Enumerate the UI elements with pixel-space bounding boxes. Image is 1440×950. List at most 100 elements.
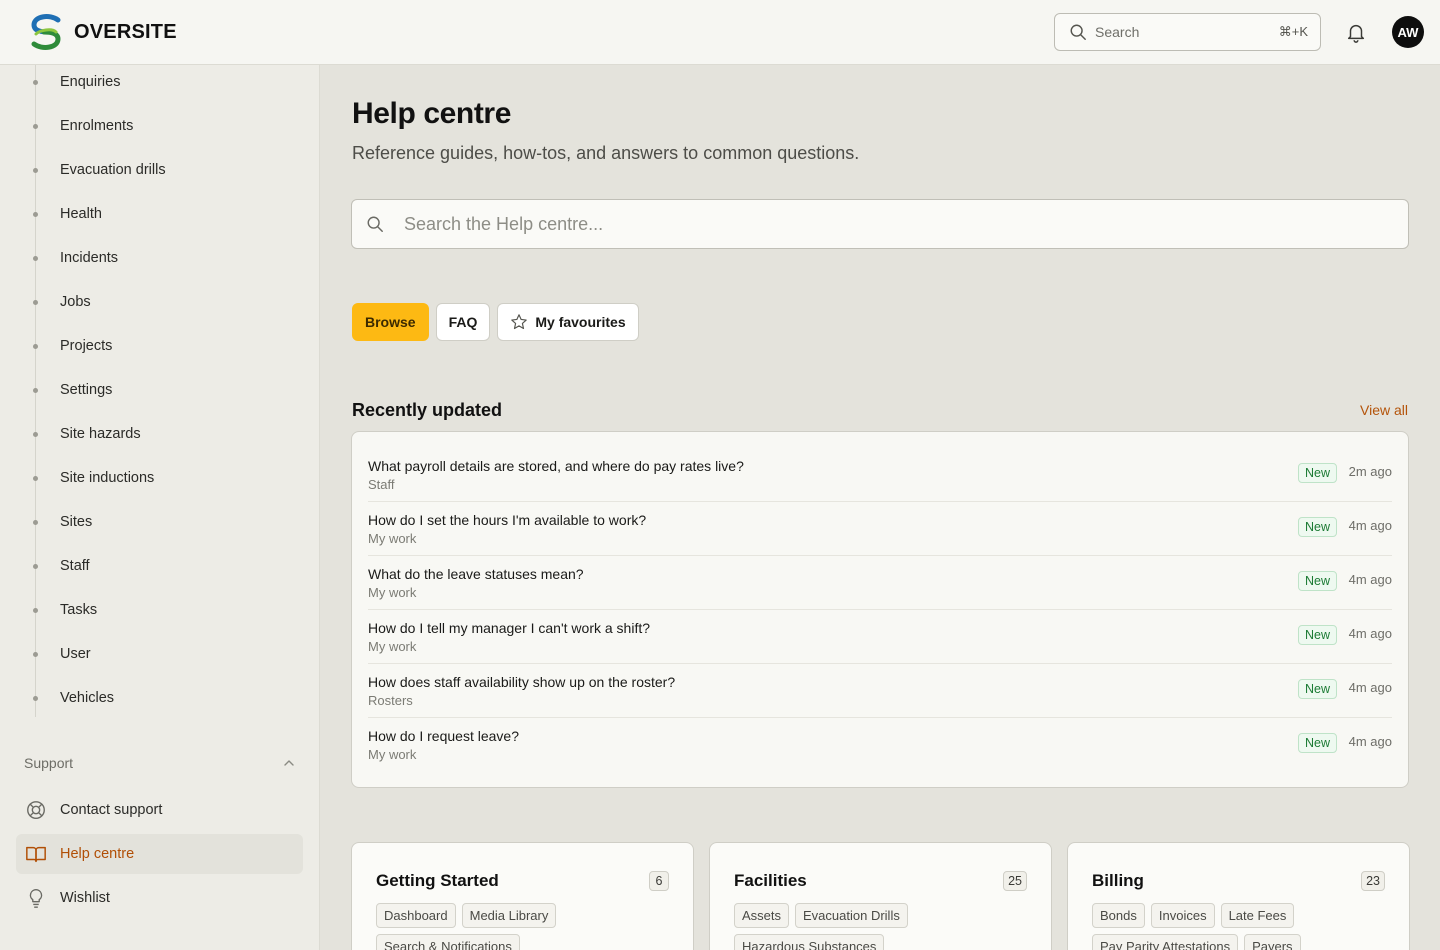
list-item[interactable]: How do I tell my manager I can't work a … [368,610,1392,664]
topic-chip[interactable]: Pay Parity Attestations [1092,934,1239,950]
sidebar-item-user[interactable]: User [0,632,319,676]
nav-dot [33,299,38,305]
sidebar-item-enquiries[interactable]: Enquiries [0,65,319,104]
article-count-badge: 25 [1003,871,1027,891]
topic-chip[interactable]: Dashboard [376,903,456,928]
article-count-badge: 23 [1361,871,1385,891]
nav-dot [33,695,38,701]
list-item[interactable]: How do I set the hours I'm available to … [368,502,1392,556]
updated-time: 4m ago [1348,572,1392,587]
lifebuoy-icon [27,801,45,819]
support-section-header[interactable]: Support [24,755,296,771]
sidebar-item-help-centre[interactable]: Help centre [16,834,303,874]
category-card-billing[interactable]: Billing 23 Bonds Invoices Late Fees Pay … [1067,842,1410,950]
updated-time: 4m ago [1348,734,1392,749]
sidebar-item-label: Tasks [60,602,98,618]
sidebar-item-label: Incidents [60,250,119,266]
topic-chip[interactable]: Evacuation Drills [795,903,908,928]
topic-chip[interactable]: Invoices [1150,903,1215,928]
updated-time: 2m ago [1348,464,1392,479]
sidebar-item-contact-support[interactable]: Contact support [16,790,303,830]
help-search[interactable] [351,199,1409,249]
sidebar-item-evacuation-drills[interactable]: Evacuation drills [0,148,319,192]
sidebar-item-label: Vehicles [60,690,115,706]
sidebar-item-enrolments[interactable]: Enrolments [0,104,319,148]
sidebar-item-label: Contact support [60,802,163,818]
sidebar-item-wishlist[interactable]: Wishlist [16,878,303,918]
page-title: Help centre [352,97,511,130]
tab-my-favourites[interactable]: My favourites [497,303,639,341]
avatar[interactable]: AW [1392,16,1424,48]
sidebar-item-health[interactable]: Health [0,192,319,236]
topic-chip[interactable]: Media Library [461,903,557,928]
updated-time: 4m ago [1348,518,1392,533]
article-category: Rosters [368,693,413,708]
article-title: How do I tell my manager I can't work a … [368,620,651,636]
recently-updated-list: What payroll details are stored, and whe… [351,431,1409,788]
sidebar-item-label: Site inductions [60,470,155,486]
nav-dot [33,563,38,569]
main-content: Help centre Reference guides, how-tos, a… [320,65,1440,950]
nav-dot [33,431,38,437]
global-search[interactable]: Search ⌘+K [1054,13,1321,51]
sidebar-item-label: Enquiries [60,74,121,90]
app-name: OVERSITE [74,20,177,43]
sidebar-item-projects[interactable]: Projects [0,324,319,368]
view-all-link[interactable]: View all [1360,402,1408,418]
topic-chip[interactable]: Hazardous Substances [734,934,885,950]
sidebar-item-staff[interactable]: Staff [0,544,319,588]
chevron-up-icon[interactable] [282,756,296,770]
sidebar-item-sites[interactable]: Sites [0,500,319,544]
sidebar-item-jobs[interactable]: Jobs [0,280,319,324]
sidebar-item-tasks[interactable]: Tasks [0,588,319,632]
new-badge: New [1297,571,1337,591]
brand[interactable]: OVERSITE [28,14,177,50]
sidebar-item-vehicles[interactable]: Vehicles [0,676,319,720]
list-item[interactable]: How does staff availability show up on t… [368,664,1392,718]
nav-dot [33,123,38,129]
sidebar-item-label: Enrolments [60,118,134,134]
tab-browse[interactable]: Browse [352,303,429,341]
help-search-input[interactable] [404,209,1394,239]
nav-dot [33,475,38,481]
category-cards: Getting Started 6 Dashboard Media Librar… [351,842,1410,950]
sidebar-item-site-inductions[interactable]: Site inductions [0,456,319,500]
card-title: Billing [1092,871,1144,890]
article-title: How do I set the hours I'm available to … [368,512,647,528]
list-item[interactable]: What do the leave statuses mean? My work… [368,556,1392,610]
sidebar-item-label: Site hazards [60,426,141,442]
topic-chip[interactable]: Search & Notifications [376,934,520,950]
list-item[interactable]: What payroll details are stored, and whe… [368,448,1392,502]
topic-chip[interactable]: Payers [1244,934,1301,950]
article-category: My work [368,747,417,762]
updated-time: 4m ago [1348,626,1392,641]
category-card-facilities[interactable]: Facilities 25 Assets Evacuation Drills H… [709,842,1052,950]
article-title: What payroll details are stored, and whe… [368,458,744,474]
tab-faq[interactable]: FAQ [435,303,491,341]
search-shortcut: ⌘+K [1278,24,1308,39]
new-badge: New [1297,733,1337,753]
sidebar-item-incidents[interactable]: Incidents [0,236,319,280]
page-subtitle: Reference guides, how-tos, and answers t… [352,143,860,163]
sidebar-item-site-hazards[interactable]: Site hazards [0,412,319,456]
nav-dot [33,519,38,525]
lightbulb-icon [29,889,43,908]
topic-chip[interactable]: Assets [734,903,790,928]
topic-chips: Bonds Invoices Late Fees Pay Parity Atte… [1092,903,1392,950]
sidebar-item-label: User [60,646,91,662]
sidebar-item-label: Settings [60,382,113,398]
sidebar-item-settings[interactable]: Settings [0,368,319,412]
nav-dot [33,79,38,85]
topic-chips: Assets Evacuation Drills Hazardous Subst… [734,903,1034,950]
topic-chips: Dashboard Media Library Search & Notific… [376,903,676,950]
category-card-getting-started[interactable]: Getting Started 6 Dashboard Media Librar… [351,842,694,950]
topic-chip[interactable]: Bonds [1092,903,1145,928]
bell-icon[interactable] [1345,21,1367,43]
article-category: Staff [368,477,395,492]
sidebar-item-label: Projects [60,338,113,354]
nav-dot [33,651,38,657]
topic-chip[interactable]: Late Fees [1220,903,1295,928]
new-badge: New [1297,463,1337,483]
sidebar-item-label: Help centre [60,846,135,862]
list-item[interactable]: How do I request leave? My work New 4m a… [368,718,1392,772]
